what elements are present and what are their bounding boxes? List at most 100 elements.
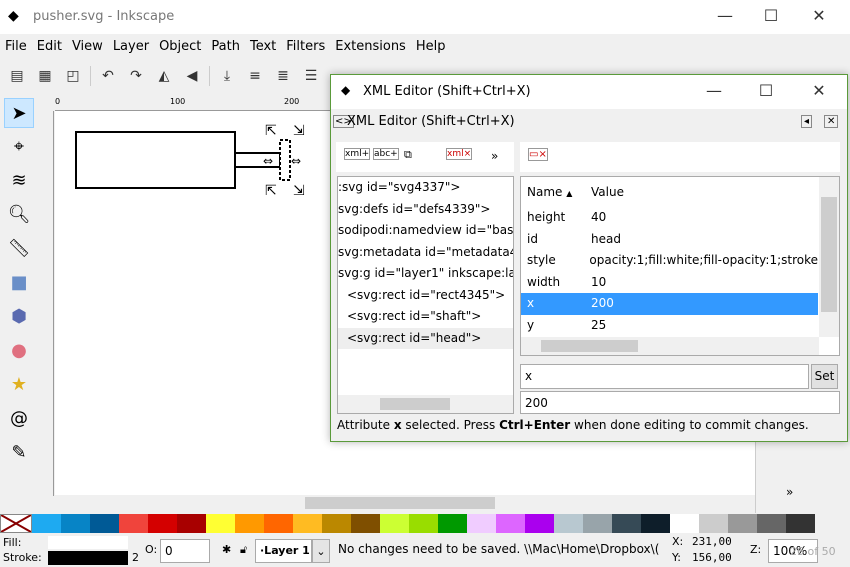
color-swatch[interactable]: [206, 514, 235, 533]
document-properties-icon[interactable]: ▤: [6, 65, 28, 87]
layer-lock-icon[interactable]: 🔓︎: [240, 543, 247, 557]
layer-visibility-icon[interactable]: ✱: [222, 543, 231, 556]
pencil-tool-icon[interactable]: ✎: [4, 438, 34, 468]
tweak-tool-icon[interactable]: ≋: [4, 166, 34, 196]
tree-node[interactable]: <svg:rect id="rect4345">: [338, 285, 513, 307]
lower-icon[interactable]: ≡: [244, 65, 266, 87]
zoom-selection-icon[interactable]: ◰: [62, 65, 84, 87]
color-swatch[interactable]: [496, 514, 525, 533]
opacity-input[interactable]: 0: [160, 539, 210, 563]
color-swatch[interactable]: [322, 514, 351, 533]
color-swatch[interactable]: [670, 514, 699, 533]
attribute-row[interactable]: x 200: [521, 293, 818, 315]
tree-node[interactable]: :svg id="svg4337">: [338, 177, 513, 199]
color-swatch[interactable]: [699, 514, 728, 533]
menu-extensions[interactable]: Extensions: [330, 36, 411, 58]
attribute-row[interactable]: width 10: [521, 272, 818, 294]
menu-edit[interactable]: Edit: [32, 36, 67, 58]
color-swatch[interactable]: [409, 514, 438, 533]
color-swatch[interactable]: [757, 514, 786, 533]
color-swatch[interactable]: [119, 514, 148, 533]
rectangle-tool-icon[interactable]: ■: [4, 268, 34, 298]
rotate-cw-icon[interactable]: ↷: [125, 65, 147, 87]
duplicate-node-icon[interactable]: ⧉: [404, 148, 412, 162]
layer-selector[interactable]: ·Layer 1: [255, 539, 312, 563]
color-swatch[interactable]: [641, 514, 670, 533]
ellipse-tool-icon[interactable]: ●: [4, 336, 34, 366]
tree-node-selected[interactable]: <svg:rect id="head">: [338, 327, 513, 349]
color-swatch[interactable]: [177, 514, 206, 533]
color-swatch[interactable]: [612, 514, 641, 533]
tree-node[interactable]: svg:defs id="defs4339">: [338, 199, 513, 221]
set-button[interactable]: Set: [811, 364, 838, 389]
more-button[interactable]: »: [786, 485, 793, 499]
attribute-row[interactable]: id head: [521, 229, 818, 251]
color-swatch[interactable]: [467, 514, 496, 533]
attr-vscrollbar[interactable]: [819, 177, 839, 337]
color-swatch[interactable]: [438, 514, 467, 533]
attribute-value-input[interactable]: 200: [520, 391, 840, 414]
delete-attribute-icon[interactable]: ▭×: [528, 148, 548, 161]
zoom-tool-icon[interactable]: 🔍︎: [4, 200, 34, 230]
color-swatch[interactable]: [32, 514, 61, 533]
menu-file[interactable]: File: [0, 36, 32, 58]
new-element-node-icon[interactable]: xml+: [344, 148, 371, 160]
maximize-button[interactable]: ☐: [748, 0, 794, 32]
color-swatch[interactable]: [351, 514, 380, 533]
color-swatch[interactable]: [293, 514, 322, 533]
flip-horizontal-icon[interactable]: ◭: [153, 65, 175, 87]
fill-indicator[interactable]: [48, 536, 128, 549]
selector-tool-icon[interactable]: ➤: [4, 98, 34, 128]
tree-node[interactable]: <svg:rect id="shaft">: [338, 306, 513, 328]
lower-bottom-icon[interactable]: ⤓: [216, 65, 238, 87]
tree-hscrollbar[interactable]: [338, 395, 513, 413]
column-name[interactable]: Name ▲: [521, 177, 587, 207]
column-value[interactable]: Value: [587, 177, 624, 207]
attribute-row[interactable]: style opacity:1;fill:white;fill-opacity:1…: [521, 250, 818, 272]
layer-dropdown-icon[interactable]: ⌄: [312, 539, 330, 563]
color-swatch[interactable]: [583, 514, 612, 533]
vertical-ruler[interactable]: [40, 111, 54, 496]
color-swatch[interactable]: [235, 514, 264, 533]
new-text-node-icon[interactable]: abc+: [373, 148, 399, 160]
color-swatch[interactable]: [786, 514, 815, 533]
xml-maximize-button[interactable]: ☐: [743, 75, 789, 107]
xml-close-button[interactable]: ✕: [796, 75, 842, 107]
color-swatch[interactable]: [554, 514, 583, 533]
star-tool-icon[interactable]: ★: [4, 370, 34, 400]
color-swatch[interactable]: [728, 514, 757, 533]
attribute-row[interactable]: height 40: [521, 207, 818, 229]
tree-node[interactable]: sodipodi:namedview id="bas: [338, 220, 513, 242]
stroke-indicator[interactable]: [48, 551, 128, 565]
delete-node-icon[interactable]: xml×: [446, 148, 473, 160]
close-button[interactable]: ✕: [796, 0, 842, 32]
color-swatch[interactable]: [90, 514, 119, 533]
measure-tool-icon[interactable]: 📏︎: [4, 234, 34, 264]
attribute-row[interactable]: y 25: [521, 315, 818, 337]
attribute-name-input[interactable]: x: [520, 364, 809, 389]
3d-box-tool-icon[interactable]: ⬢: [4, 302, 34, 332]
node-tool-icon[interactable]: ⌖: [4, 132, 34, 162]
color-swatch[interactable]: [148, 514, 177, 533]
menu-object[interactable]: Object: [154, 36, 206, 58]
menu-text[interactable]: Text: [245, 36, 281, 58]
raise-top-icon[interactable]: ☰: [300, 65, 322, 87]
color-swatch[interactable]: [61, 514, 90, 533]
horizontal-scrollbar[interactable]: [55, 495, 755, 511]
rotate-ccw-icon[interactable]: ↶: [97, 65, 119, 87]
menu-path[interactable]: Path: [206, 36, 245, 58]
color-swatch[interactable]: [264, 514, 293, 533]
attr-hscrollbar[interactable]: [521, 337, 819, 355]
menu-layer[interactable]: Layer: [108, 36, 154, 58]
minimize-button[interactable]: —: [702, 0, 748, 32]
xml-minimize-button[interactable]: —: [691, 75, 737, 107]
tree-node[interactable]: svg:metadata id="metadata4: [338, 242, 513, 264]
more-tools-button[interactable]: »: [491, 149, 498, 163]
raise-icon[interactable]: ≣: [272, 65, 294, 87]
no-paint-swatch[interactable]: [0, 514, 32, 533]
menu-filters[interactable]: Filters: [281, 36, 330, 58]
tree-node[interactable]: svg:g id="layer1" inkscape:lab: [338, 263, 513, 285]
menu-view[interactable]: View: [67, 36, 108, 58]
spiral-tool-icon[interactable]: @: [4, 404, 34, 434]
menu-help[interactable]: Help: [411, 36, 451, 58]
